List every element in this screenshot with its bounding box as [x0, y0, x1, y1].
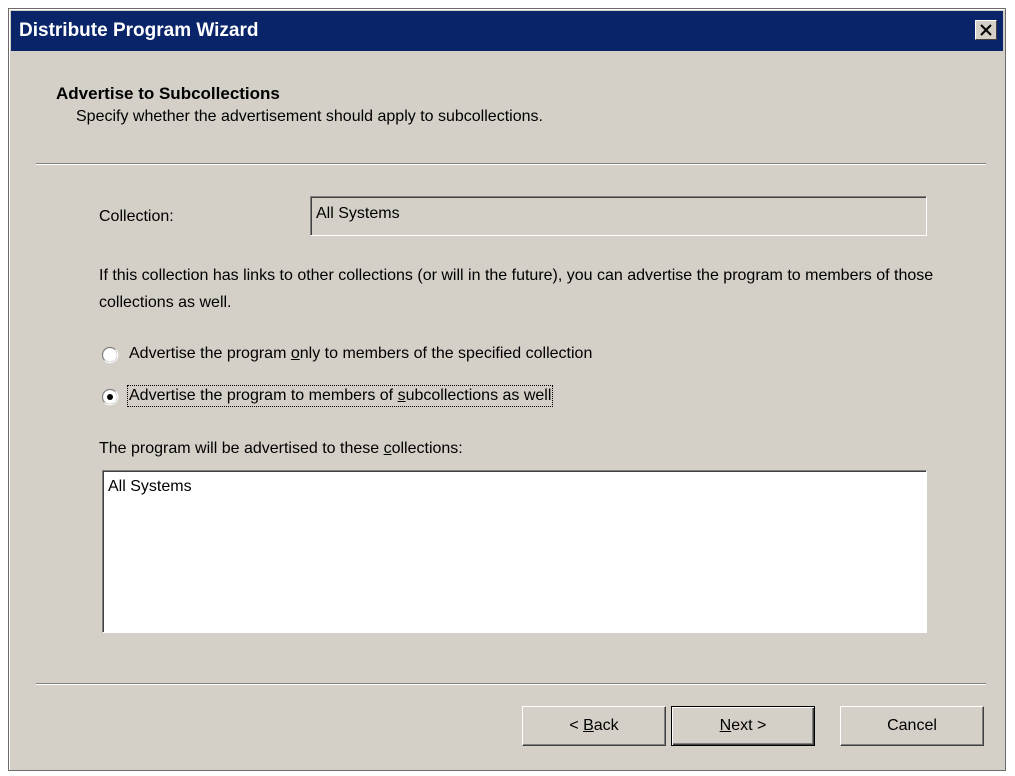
footer-divider: [36, 683, 986, 685]
collection-description: If this collection has links to other co…: [99, 267, 934, 311]
next-button[interactable]: Next >: [671, 706, 815, 746]
wizard-window: Distribute Program Wizard Advertise to S…: [8, 8, 1006, 771]
title-bar[interactable]: Distribute Program Wizard: [11, 11, 1003, 51]
list-item[interactable]: All Systems: [108, 478, 926, 496]
close-icon: [980, 24, 992, 36]
back-button[interactable]: < Back: [522, 706, 666, 746]
close-button[interactable]: [975, 20, 997, 40]
radio-checked-icon[interactable]: [101, 388, 119, 406]
header-divider: [36, 163, 986, 165]
wizard-header: Advertise to Subcollections Specify whet…: [9, 51, 1005, 156]
collection-label: Collection:: [99, 208, 174, 225]
radio-label-subcollections[interactable]: Advertise the program to members of subc…: [126, 385, 554, 407]
radio-unchecked-icon[interactable]: [101, 346, 119, 364]
collections-list[interactable]: All Systems: [102, 470, 927, 633]
collections-list-label: The program will be advertised to these …: [99, 440, 463, 457]
radio-label-specified-only[interactable]: Advertise the program only to members of…: [129, 345, 592, 363]
page-title: Advertise to Subcollections: [56, 84, 280, 103]
page-subtitle: Specify whether the advertisement should…: [76, 108, 543, 125]
cancel-button[interactable]: Cancel: [840, 706, 984, 746]
window-title: Distribute Program Wizard: [19, 20, 259, 41]
collection-field: All Systems: [310, 196, 927, 236]
